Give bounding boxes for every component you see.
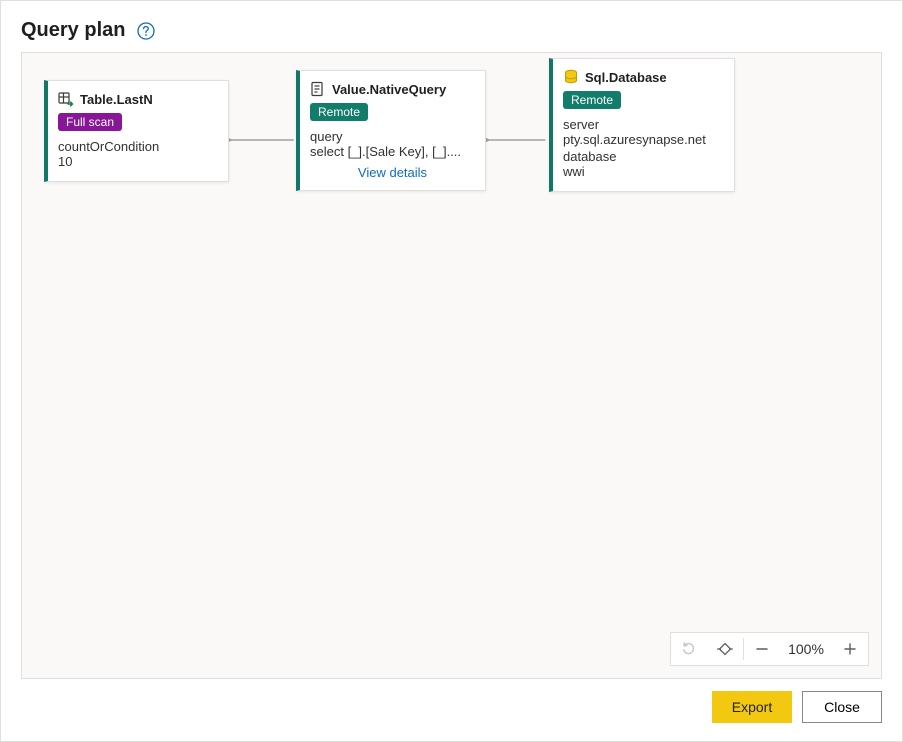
plus-icon: [842, 641, 858, 657]
badge-fullscan: Full scan: [58, 113, 122, 131]
field-database-label: database: [563, 149, 724, 164]
node-sql-database[interactable]: Sql.Database Remote server pty.sql.azure…: [549, 58, 735, 192]
help-icon[interactable]: [137, 22, 155, 40]
database-icon: [563, 69, 579, 85]
node-header: Value.NativeQuery: [310, 81, 475, 97]
node-value-nativequery[interactable]: Value.NativeQuery Remote query select [_…: [296, 70, 486, 191]
node-title: Sql.Database: [585, 70, 667, 85]
node-table-lastn[interactable]: Table.LastN Full scan countOrCondition 1…: [44, 80, 229, 182]
export-button[interactable]: Export: [712, 691, 792, 723]
dialog-footer: Export Close: [21, 691, 882, 723]
reset-view-button[interactable]: [671, 633, 707, 665]
node-title: Value.NativeQuery: [332, 82, 446, 97]
field-server-label: server: [563, 117, 724, 132]
field-label: query: [310, 129, 475, 144]
native-query-icon: [310, 81, 326, 97]
badge-remote: Remote: [563, 91, 621, 109]
reset-icon: [681, 641, 697, 657]
view-details-link[interactable]: View details: [310, 165, 475, 180]
node-title: Table.LastN: [80, 92, 153, 107]
field-label: countOrCondition: [58, 139, 218, 154]
zoom-out-button[interactable]: [744, 633, 780, 665]
node-header: Sql.Database: [563, 69, 724, 85]
close-button[interactable]: Close: [802, 691, 882, 723]
query-plan-dialog: Query plan: [0, 0, 903, 742]
field-database-value: wwi: [563, 164, 724, 179]
field-value: select [_].[Sale Key], [_]....: [310, 144, 475, 159]
badge-remote: Remote: [310, 103, 368, 121]
field-value: 10: [58, 154, 218, 169]
table-lastn-icon: [58, 91, 74, 107]
dialog-header: Query plan: [21, 19, 882, 42]
fit-icon: [716, 641, 734, 657]
zoom-in-button[interactable]: [832, 633, 868, 665]
minus-icon: [754, 641, 770, 657]
query-plan-canvas[interactable]: Table.LastN Full scan countOrCondition 1…: [21, 52, 882, 679]
fit-to-screen-button[interactable]: [707, 633, 743, 665]
zoom-percent: 100%: [780, 641, 832, 657]
zoom-toolbar: 100%: [670, 632, 869, 666]
node-header: Table.LastN: [58, 91, 218, 107]
dialog-title: Query plan: [21, 19, 125, 42]
field-server-value: pty.sql.azuresynapse.net: [563, 132, 724, 147]
